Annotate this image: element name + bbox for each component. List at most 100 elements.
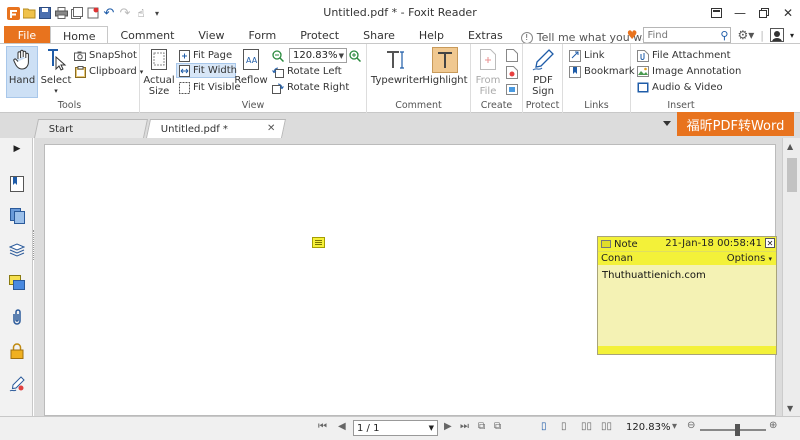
close-tab-icon[interactable]: ✕ <box>267 123 275 134</box>
note-content[interactable]: Thuthuattienich.com <box>598 265 776 286</box>
tab-extras[interactable]: Extras <box>456 26 515 44</box>
next-view-icon[interactable]: ⧉ <box>494 421 501 432</box>
scroll-up-icon[interactable]: ▲ <box>787 142 793 151</box>
page-number-input[interactable]: 1 / 1 ▼ <box>353 420 438 436</box>
continuous-view-icon[interactable]: ▯ <box>561 421 567 432</box>
reflow-button[interactable]: AA Reflow <box>234 47 268 86</box>
protect-group-label: Protect <box>525 100 560 111</box>
fit-visible-button[interactable]: Fit Visible <box>178 80 241 95</box>
file-attachment-button[interactable]: File Attachment <box>637 48 731 63</box>
print-icon[interactable] <box>54 6 68 20</box>
expand-panel-icon[interactable]: ▶ <box>9 141 25 157</box>
tab-file[interactable]: File <box>4 26 50 44</box>
zoom-slider-knob[interactable] <box>735 424 740 436</box>
note-annotation-icon[interactable] <box>312 237 325 248</box>
vertical-scrollbar[interactable]: ▲ ▼ <box>782 138 800 416</box>
layers-panel-icon[interactable] <box>9 242 25 258</box>
gear-icon[interactable]: ⚙▾ <box>737 28 754 42</box>
fit-width-button[interactable]: Fit Width <box>176 63 237 78</box>
quick-tool-icon[interactable] <box>86 6 100 20</box>
link-button[interactable]: Link <box>569 48 604 63</box>
security-lock-icon[interactable] <box>9 343 25 359</box>
pages-panel-icon[interactable] <box>9 208 25 224</box>
zoom-dropdown-icon[interactable]: ▼ <box>339 52 344 60</box>
fit-page-button[interactable]: Fit Page <box>178 48 232 63</box>
restore-icon[interactable] <box>752 0 776 26</box>
audio-video-button[interactable]: Audio & Video <box>637 80 723 95</box>
heart-icon[interactable]: ♥ <box>627 28 638 42</box>
file-attachment-label: File Attachment <box>652 50 731 61</box>
tab-form[interactable]: Form <box>237 26 289 44</box>
note-resize-bar[interactable] <box>598 346 776 354</box>
svg-text:AA: AA <box>246 56 258 65</box>
note-close-icon[interactable]: ✕ <box>765 238 775 248</box>
zoom-select[interactable]: 120.83% ▼ <box>289 48 347 63</box>
attachments-panel-icon[interactable] <box>9 309 25 325</box>
rotate-right-button[interactable]: Rotate Right <box>272 80 349 95</box>
find-input[interactable]: Find ⚲ <box>643 27 732 43</box>
create-from-clipboard-icon[interactable] <box>506 83 518 98</box>
zoom-menu-icon[interactable]: ▾ <box>672 421 677 432</box>
save-icon[interactable] <box>38 6 52 20</box>
zoom-out-button[interactable] <box>272 48 284 63</box>
clipboard-button[interactable]: Clipboard ▾ <box>74 64 143 79</box>
account-dropdown-icon[interactable]: ▾ <box>790 31 794 40</box>
highlight-button[interactable]: Highlight <box>422 47 468 86</box>
app-logo-icon[interactable] <box>6 6 20 20</box>
redo-icon[interactable]: ↷ <box>118 6 132 21</box>
scroll-thumb[interactable] <box>787 158 797 192</box>
note-popup[interactable]: Note 21-Jan-18 00:58:41 ✕ Conan Options … <box>597 236 777 355</box>
promo-banner[interactable]: 福昕PDF转Word <box>677 112 794 136</box>
user-avatar-icon[interactable] <box>769 28 784 42</box>
tab-view[interactable]: View <box>186 26 236 44</box>
single-page-view-icon[interactable]: ▯ <box>541 421 547 432</box>
last-page-icon[interactable]: ⏭ <box>460 421 469 432</box>
bookmarks-panel-icon[interactable] <box>9 176 25 192</box>
bookmark-button[interactable]: Bookmark <box>569 64 635 79</box>
hand-button[interactable]: Hand <box>6 46 38 98</box>
facing-view-icon[interactable]: ▯▯ <box>581 421 592 432</box>
create-from-scanner-icon[interactable] <box>506 66 518 82</box>
typewriter-button[interactable]: Typewriter <box>371 47 423 86</box>
doc-tab-untitled[interactable]: Untitled.pdf * ✕ <box>145 119 287 138</box>
open-icon[interactable] <box>22 6 36 20</box>
rotate-left-button[interactable]: Rotate Left <box>272 64 342 79</box>
tab-share[interactable]: Share <box>351 26 407 44</box>
select-button[interactable]: Select ▾ <box>41 47 71 97</box>
ribbon-options-icon[interactable] <box>704 0 728 26</box>
status-zoom-in-icon[interactable]: ⊕ <box>769 420 777 431</box>
page-dropdown-icon[interactable]: ▼ <box>429 424 434 432</box>
tab-help[interactable]: Help <box>407 26 456 44</box>
tab-protect[interactable]: Protect <box>288 26 351 44</box>
tab-list-dropdown-icon[interactable] <box>663 121 671 126</box>
note-options-button[interactable]: Options ▾ <box>727 253 772 264</box>
zoom-slider[interactable] <box>700 424 766 436</box>
doc-tab-start[interactable]: Start <box>33 119 149 138</box>
image-annotation-button[interactable]: Image Annotation <box>637 64 741 79</box>
scroll-down-icon[interactable]: ▼ <box>787 404 793 413</box>
first-page-icon[interactable]: ⏮ <box>318 421 327 432</box>
comments-panel-icon[interactable] <box>9 275 25 291</box>
next-page-icon[interactable]: ▶ <box>444 421 452 432</box>
tab-comment[interactable]: Comment <box>108 26 186 44</box>
signature-panel-icon[interactable] <box>9 376 25 392</box>
hand-tool-icon[interactable]: ☝ <box>134 6 148 20</box>
new-window-icon[interactable] <box>70 6 84 20</box>
snapshot-button[interactable]: SnapShot <box>74 48 137 63</box>
previous-view-icon[interactable]: ⧉ <box>478 421 485 432</box>
pdf-sign-button[interactable]: PDF Sign <box>529 47 557 97</box>
actual-size-button[interactable]: Actual Size <box>143 47 175 97</box>
continuous-facing-view-icon[interactable]: ▯▯ <box>601 421 612 432</box>
customize-icon[interactable]: ▾ <box>150 6 164 20</box>
from-file-button[interactable]: From File <box>475 47 501 97</box>
status-zoom-out-icon[interactable]: ⊖ <box>687 420 695 431</box>
create-blank-icon[interactable] <box>506 49 518 65</box>
from-file-label-2: File <box>479 86 497 97</box>
close-icon[interactable]: ✕ <box>776 0 800 26</box>
minimize-icon[interactable]: — <box>728 0 752 26</box>
zoom-in-button[interactable] <box>349 48 361 63</box>
search-icon[interactable]: ⚲ <box>720 29 728 42</box>
undo-icon[interactable]: ↶ <box>102 6 116 21</box>
note-header[interactable]: Note 21-Jan-18 00:58:41 ✕ <box>598 237 776 251</box>
previous-page-icon[interactable]: ◀ <box>338 421 346 432</box>
